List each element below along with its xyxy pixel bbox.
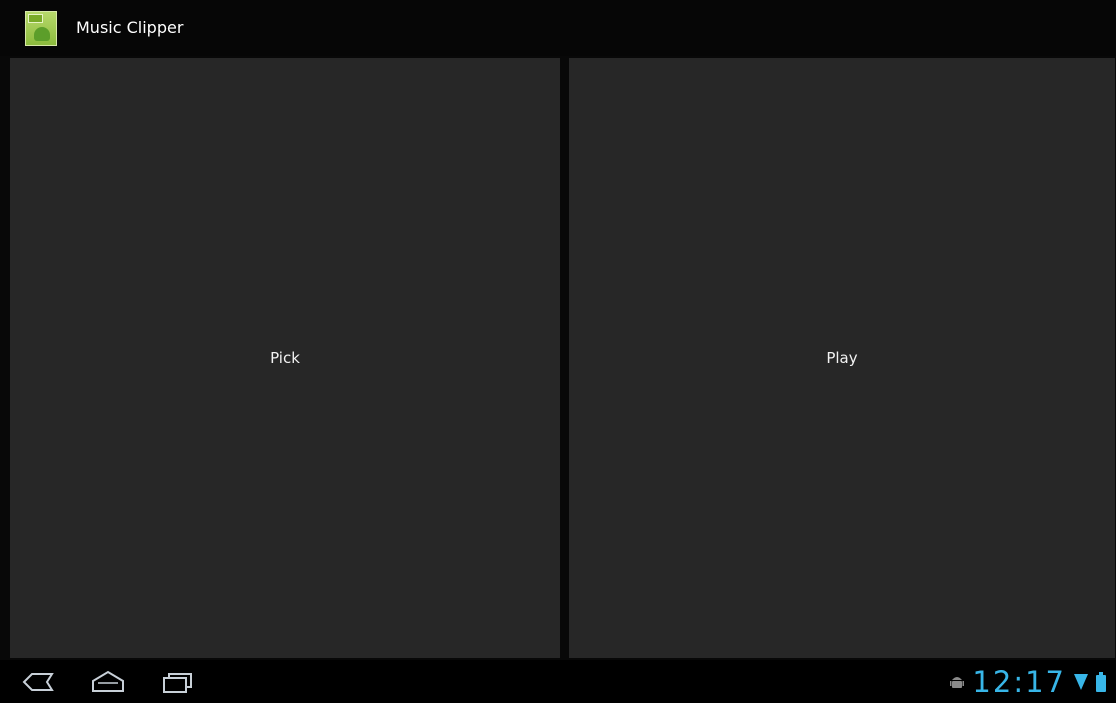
home-icon [92, 670, 124, 692]
play-button[interactable]: Play [569, 58, 1115, 658]
home-button[interactable] [90, 669, 126, 695]
wifi-icon [1074, 674, 1088, 690]
recent-apps-button[interactable] [160, 669, 196, 695]
app-title: Music Clipper [76, 18, 184, 37]
pick-label: Pick [270, 349, 300, 367]
app-icon-badge [28, 14, 43, 23]
system-navigation-bar: 12:17 [0, 660, 1116, 703]
play-label: Play [826, 349, 858, 367]
back-button[interactable] [20, 669, 56, 695]
android-debug-icon [950, 677, 965, 688]
android-app-icon[interactable] [25, 11, 57, 46]
status-clock: 12:17 [972, 665, 1066, 699]
action-bar: Music Clipper [0, 0, 1116, 56]
back-icon [22, 673, 54, 691]
recent-apps-icon [163, 673, 192, 693]
status-area[interactable]: 12:17 [950, 664, 1106, 700]
pick-button[interactable]: Pick [10, 58, 560, 658]
android-droid-icon [34, 27, 50, 41]
battery-icon [1096, 672, 1106, 692]
main-content: Pick Play [0, 56, 1116, 660]
